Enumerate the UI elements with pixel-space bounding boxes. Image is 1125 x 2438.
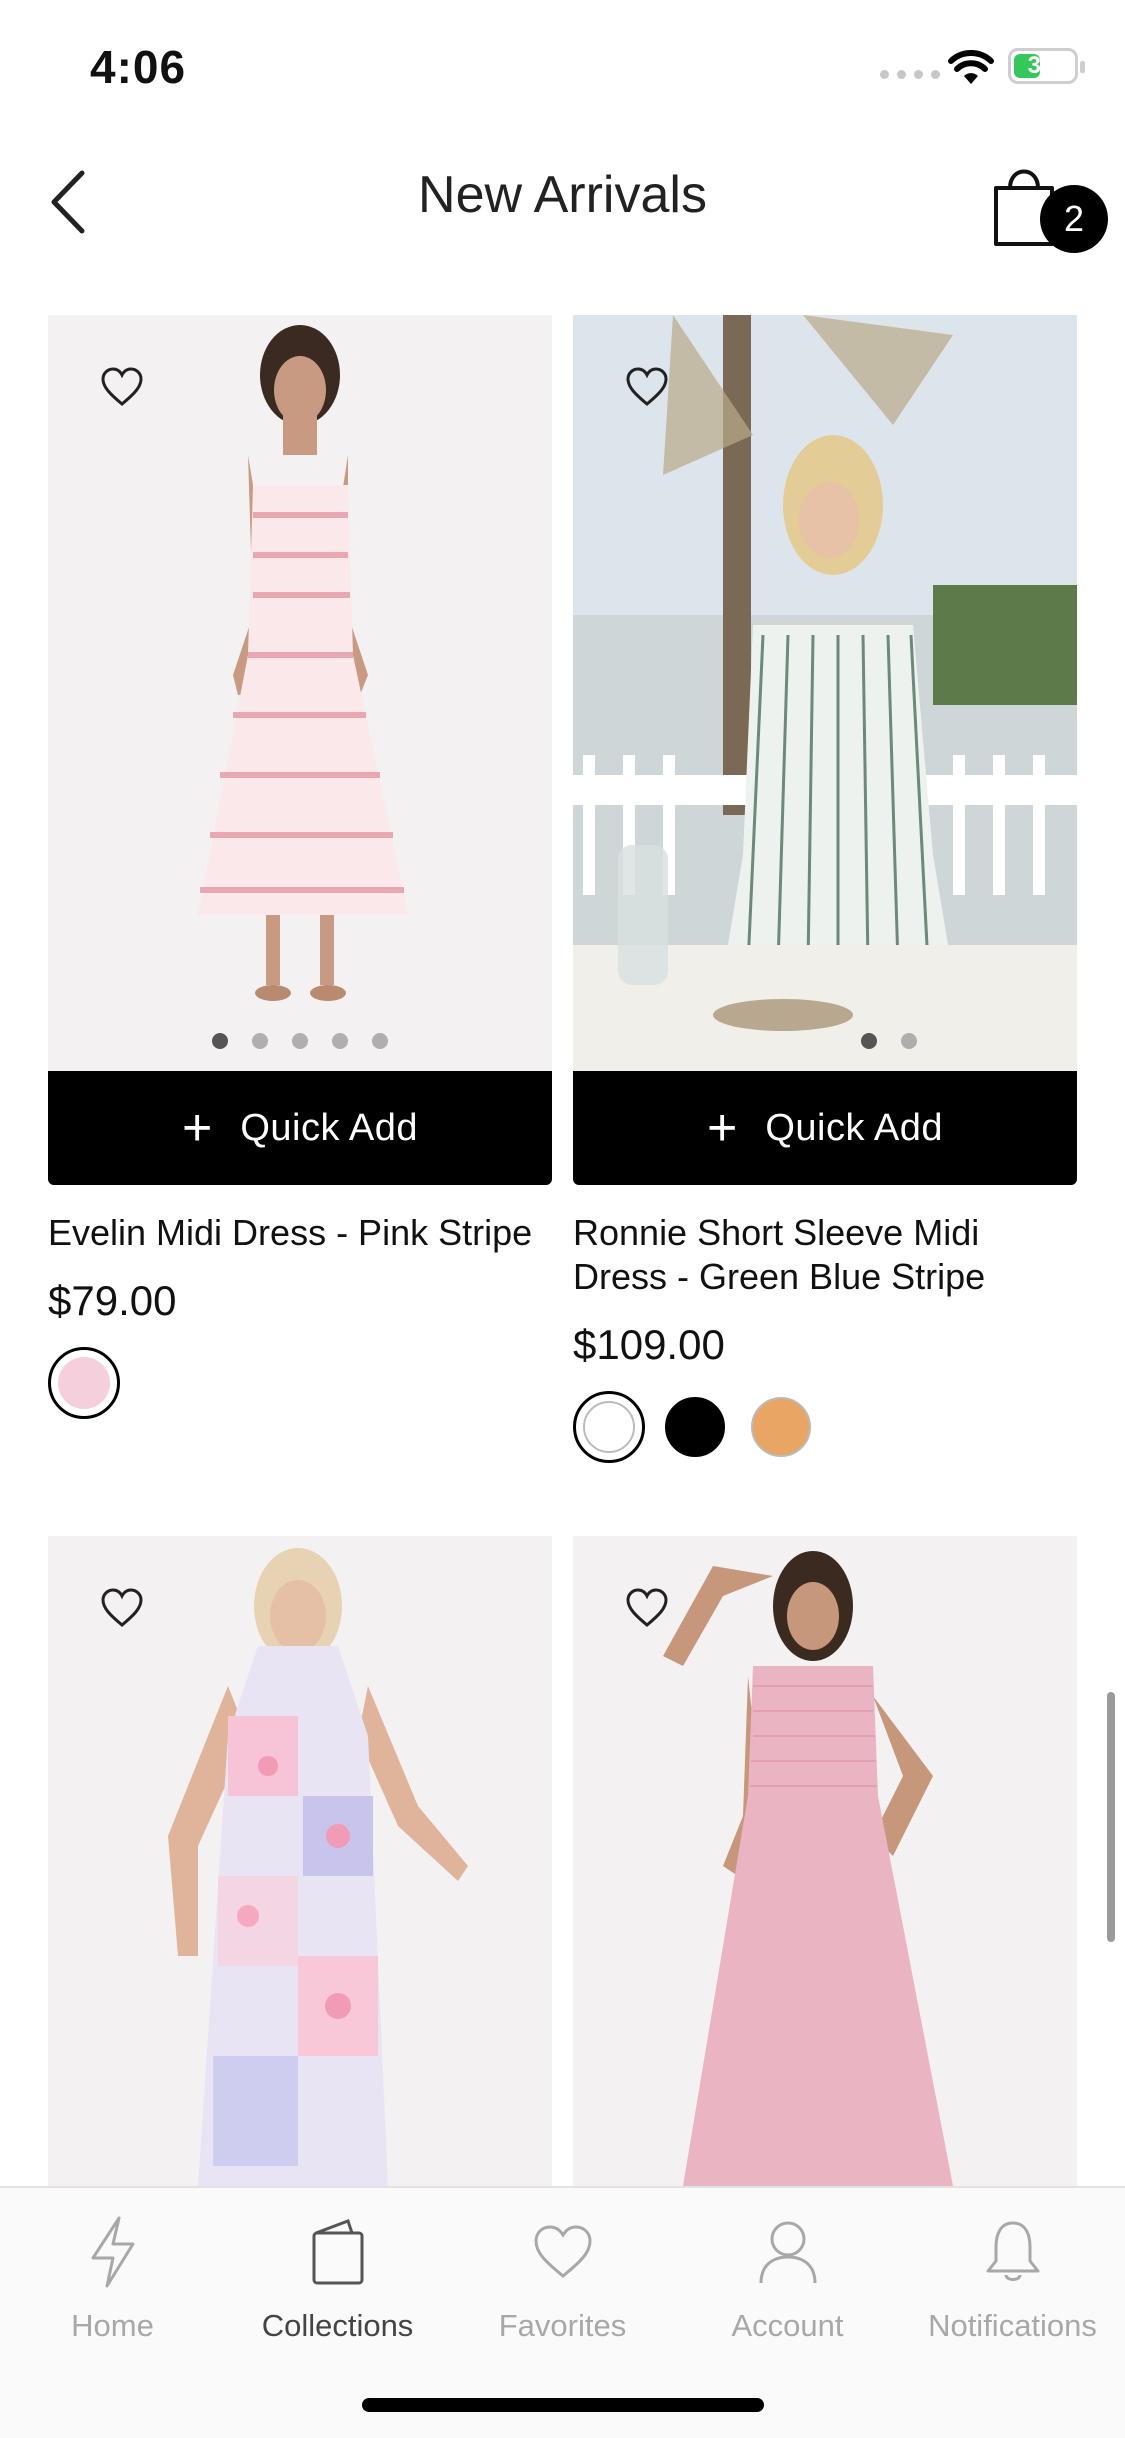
favorite-heart-icon[interactable] xyxy=(625,367,669,407)
tab-favorites[interactable]: Favorites xyxy=(450,2212,675,2344)
cart-count-badge: 2 xyxy=(1040,185,1108,253)
product-name[interactable]: Evelin Midi Dress - Pink Stripe xyxy=(48,1211,552,1255)
status-bar: 4:06 37 xyxy=(0,0,1125,130)
product-image[interactable] xyxy=(48,315,552,1071)
quick-add-label: Quick Add xyxy=(765,1106,944,1149)
header: New Arrivals 2 xyxy=(0,130,1125,270)
color-swatch-black[interactable] xyxy=(659,1391,731,1463)
favorite-heart-icon[interactable] xyxy=(100,367,144,407)
product-photo xyxy=(573,1536,1077,2186)
product-image[interactable] xyxy=(573,1536,1077,2186)
tab-collections[interactable]: Collections xyxy=(225,2212,450,2344)
quick-add-button[interactable]: + Quick Add xyxy=(48,1071,552,1185)
color-swatch-orange[interactable] xyxy=(745,1391,817,1463)
signal-icon xyxy=(880,70,940,79)
tab-label: Collections xyxy=(261,2308,414,2343)
product-card[interactable]: + Quick Add Ronnie Short Sleeve Midi Dre… xyxy=(573,315,1077,1463)
tab-label: Favorites xyxy=(498,2308,627,2343)
favorite-heart-icon[interactable] xyxy=(625,1588,669,1628)
plus-icon: + xyxy=(181,1099,213,1157)
heart-icon xyxy=(533,2225,592,2278)
lightning-icon xyxy=(91,2216,134,2288)
product-photo xyxy=(48,315,552,1071)
tab-label: Account xyxy=(731,2308,844,2343)
person-icon xyxy=(759,2221,816,2284)
color-swatches xyxy=(48,1347,552,1419)
color-swatch-white[interactable] xyxy=(573,1391,645,1463)
tab-label: Notifications xyxy=(928,2308,1097,2343)
wifi-icon xyxy=(948,50,994,84)
favorite-heart-icon[interactable] xyxy=(100,1588,144,1628)
home-indicator[interactable] xyxy=(362,2398,764,2412)
product-image[interactable] xyxy=(573,315,1077,1071)
product-card[interactable] xyxy=(573,1536,1077,2186)
tab-home[interactable]: Home xyxy=(0,2212,225,2344)
status-time: 4:06 xyxy=(90,41,187,93)
plus-icon: + xyxy=(706,1099,738,1157)
quick-add-button[interactable]: + Quick Add xyxy=(573,1071,1077,1185)
product-photo xyxy=(48,1536,552,2186)
product-image[interactable] xyxy=(48,1536,552,2186)
product-card[interactable]: + Quick Add Evelin Midi Dress - Pink Str… xyxy=(48,315,552,1419)
battery-level: 37 xyxy=(1027,52,1055,79)
battery-icon: 37 xyxy=(1008,48,1085,84)
product-card[interactable] xyxy=(48,1536,552,2186)
color-swatch-pink[interactable] xyxy=(48,1347,120,1419)
page-title: New Arrivals xyxy=(418,166,707,224)
tab-account[interactable]: Account xyxy=(675,2212,900,2344)
product-photo xyxy=(573,315,1077,1071)
tab-label: Home xyxy=(71,2308,154,2343)
image-carousel-dots[interactable] xyxy=(573,1033,1077,1049)
bell-icon xyxy=(986,2221,1039,2281)
quick-add-label: Quick Add xyxy=(240,1106,419,1149)
product-price: $109.00 xyxy=(573,1321,725,1368)
product-name[interactable]: Ronnie Short Sleeve Midi Dress - Green B… xyxy=(573,1211,1077,1299)
product-price: $79.00 xyxy=(48,1277,177,1324)
image-carousel-dots[interactable] xyxy=(48,1033,552,1049)
collections-icon xyxy=(312,2219,363,2285)
tab-notifications[interactable]: Notifications xyxy=(900,2212,1125,2344)
color-swatches xyxy=(573,1391,1077,1463)
scrollbar[interactable] xyxy=(1107,1692,1115,1942)
